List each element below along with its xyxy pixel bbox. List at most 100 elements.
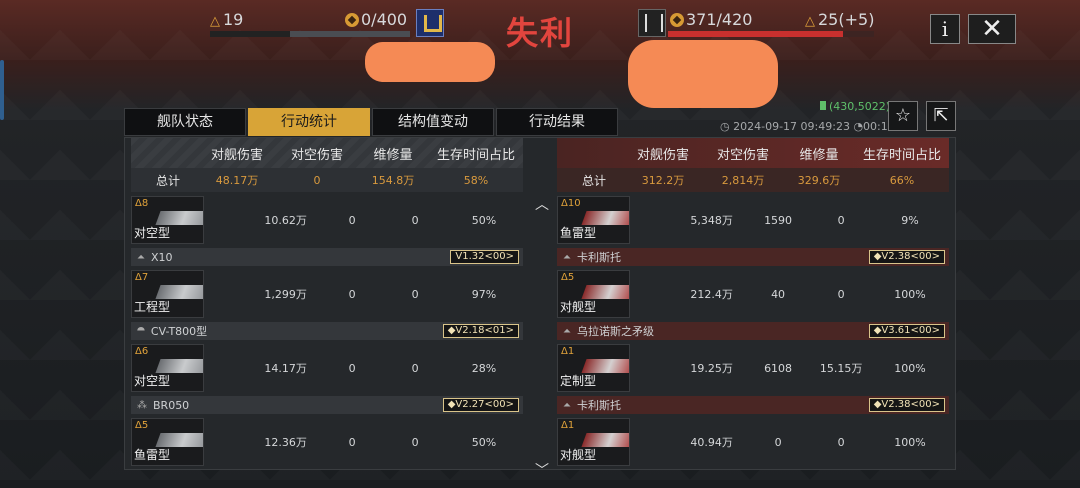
enemy-total-row: 总计 312.2万 2,814万 329.6万 66% — [557, 168, 949, 192]
share-icon: ⇱ — [933, 105, 949, 126]
ship-level: Δ5 — [135, 420, 149, 431]
repair-value: 0 — [411, 361, 419, 375]
version-badge: ◆V2.38<00> — [868, 250, 945, 264]
tab-action-result[interactable]: 行动结果 — [496, 108, 618, 136]
ship-group-header: ⏶ 卡利斯托 ◆V2.38<00> — [557, 248, 949, 266]
survival-value: 50% — [471, 213, 497, 227]
ship-thumbnail[interactable]: Δ5 对舰型 — [557, 270, 631, 318]
ship-thumbnail[interactable]: Δ1 对舰型 — [557, 418, 631, 466]
repair-value: 0 — [411, 213, 419, 227]
survival-value: 97% — [471, 287, 497, 301]
coin-icon — [670, 13, 684, 27]
ship-group-header: ⏶ 乌拉诺斯之矛级 ◆V3.61<00> — [557, 322, 949, 340]
ship-thumbnail[interactable]: Δ7 工程型 — [131, 270, 205, 318]
ship-thumbnail[interactable]: Δ1 定制型 — [557, 344, 631, 392]
ship-level: Δ5 — [561, 272, 575, 283]
chevron-up-icon[interactable]: ︿ — [535, 194, 549, 213]
air-damage-value: 0 — [774, 435, 782, 449]
triangle-icon: △ — [805, 14, 815, 29]
survival-value: 100% — [894, 361, 926, 375]
ship-hull-image — [581, 285, 630, 299]
ship-damage-value: 19.25万 — [690, 362, 733, 375]
ship-hull-image — [155, 211, 204, 225]
star-icon: ☆ — [894, 105, 912, 126]
chevron-down-icon[interactable]: ﹀ — [535, 460, 549, 479]
ally-ship-list[interactable]: Δ8 对空型 10.62万 0 0 50% ⏶ X10 V1.32<00> Δ7 工程型 1,299万… — [131, 192, 523, 470]
ally-column-headers: 对舰伤害 对空伤害 维修量 生存时间占比 — [131, 138, 523, 168]
ship-hull-image — [581, 211, 630, 225]
ship-row[interactable]: Δ1 对舰型 40.94万 0 0 100% — [557, 414, 949, 470]
timer-icon: ◔ — [853, 120, 864, 133]
triangle-icon: △ — [210, 14, 220, 29]
ship-row[interactable]: Δ5 对舰型 212.4万 40 0 100% — [557, 266, 949, 322]
enemy-column-headers: 对舰伤害 对空伤害 维修量 生存时间占比 — [557, 138, 949, 168]
survival-value: 28% — [471, 361, 497, 375]
air-damage-value: 40 — [771, 287, 786, 301]
ship-level: Δ6 — [135, 346, 149, 357]
ship-damage-value: 40.94万 — [690, 436, 733, 449]
enemy-ship-list[interactable]: Δ10 鱼雷型 5,348万 1590 0 9% ⏶ 卡利斯托 ◆V2.38<00> Δ5 对舰型 2… — [557, 192, 949, 470]
ship-name: BR050 — [153, 398, 190, 412]
ally-rank-stat: △ 19 — [210, 10, 244, 29]
ship-class-icon: ⁂ — [137, 399, 147, 411]
share-button[interactable]: ⇱ — [926, 101, 956, 131]
ship-type: 鱼雷型 — [134, 448, 171, 462]
ship-class-icon: ⏶ — [563, 399, 571, 411]
coordinates: (430,5022) — [820, 100, 890, 113]
ship-type: 对舰型 — [560, 448, 597, 462]
ship-damage-value: 10.62万 — [264, 214, 307, 227]
ship-row[interactable]: Δ7 工程型 1,299万 0 0 97% — [131, 266, 523, 322]
survival-value: 9% — [901, 213, 919, 227]
ship-group-header: ⁂ BR050 ◆V2.27<00> — [131, 396, 523, 414]
survival-value: 50% — [471, 435, 497, 449]
col-repair: 维修量 — [373, 147, 413, 163]
version-badge: ◆V3.61<00> — [868, 324, 945, 338]
ship-thumbnail[interactable]: Δ5 鱼雷型 — [131, 418, 205, 466]
ally-total-row: 总计 48.17万 0 154.8万 58% — [131, 168, 523, 192]
tab-fleet-status[interactable]: 舰队状态 — [124, 108, 246, 136]
ally-progress-bar — [210, 31, 410, 37]
survival-value: 100% — [894, 435, 926, 449]
enemy-progress-bar — [668, 31, 874, 37]
battle-time: ◷ 2024-09-17 09:49:23 ◔00:14:44 — [720, 120, 912, 133]
battle-meta: (430,5022) ◷ 2024-09-17 09:49:23 ◔00:14:… — [720, 100, 960, 140]
tab-action-stats[interactable]: 行动统计 — [248, 108, 370, 136]
ship-thumbnail[interactable]: Δ8 对空型 — [131, 196, 205, 244]
battle-result: 失利 — [505, 14, 574, 52]
close-button[interactable]: ✕ — [968, 14, 1016, 44]
top-bar: △ 19 0/400 失利 371/420 △ 25(+5) i ✕ — [0, 0, 1080, 108]
info-button[interactable]: i — [930, 14, 960, 44]
ship-thumbnail[interactable]: Δ6 对空型 — [131, 344, 205, 392]
favorite-button[interactable]: ☆ — [888, 101, 918, 131]
ship-level: Δ1 — [561, 420, 575, 431]
ship-group-header: ⯊ CV-T800型 ◆V2.18<01> — [131, 322, 523, 340]
ship-type: 工程型 — [134, 300, 171, 314]
ship-level: Δ10 — [561, 198, 581, 209]
ship-row[interactable]: Δ10 鱼雷型 5,348万 1590 0 9% — [557, 192, 949, 248]
ship-name: 卡利斯托 — [577, 399, 621, 412]
ship-level: Δ8 — [135, 198, 149, 209]
ship-row[interactable]: Δ6 对空型 14.17万 0 0 28% — [131, 340, 523, 396]
ship-type: 对空型 — [134, 374, 171, 388]
air-damage-value: 0 — [348, 213, 356, 227]
ship-group-header: ⏶ 卡利斯托 ◆V2.38<00> — [557, 396, 949, 414]
ship-name: 乌拉诺斯之矛级 — [577, 325, 654, 338]
ship-thumbnail[interactable]: Δ10 鱼雷型 — [557, 196, 631, 244]
ally-side: 对舰伤害 对空伤害 维修量 生存时间占比 总计 48.17万 0 154.8万 … — [131, 138, 523, 471]
ship-row[interactable]: Δ1 定制型 19.25万 6108 15.15万 100% — [557, 340, 949, 396]
air-damage-value: 6108 — [764, 361, 793, 375]
ship-row[interactable]: Δ8 对空型 10.62万 0 0 50% — [131, 192, 523, 248]
flag-icon — [820, 101, 826, 110]
ship-name: CV-T800型 — [150, 325, 208, 338]
ship-row[interactable]: Δ5 鱼雷型 12.36万 0 0 50% — [131, 414, 523, 470]
ship-hull-image — [155, 359, 204, 373]
ship-type: 对空型 — [134, 226, 171, 240]
ship-class-icon: ⏶ — [137, 251, 145, 263]
ship-class-icon: ⏶ — [563, 325, 571, 337]
repair-value: 0 — [837, 287, 845, 301]
tab-structure-change[interactable]: 结构值变动 — [372, 108, 494, 136]
version-badge: ◆V2.38<00> — [868, 398, 945, 412]
ship-hull-image — [581, 359, 630, 373]
ship-class-icon: ⯊ — [137, 325, 145, 337]
survival-value: 100% — [894, 287, 926, 301]
